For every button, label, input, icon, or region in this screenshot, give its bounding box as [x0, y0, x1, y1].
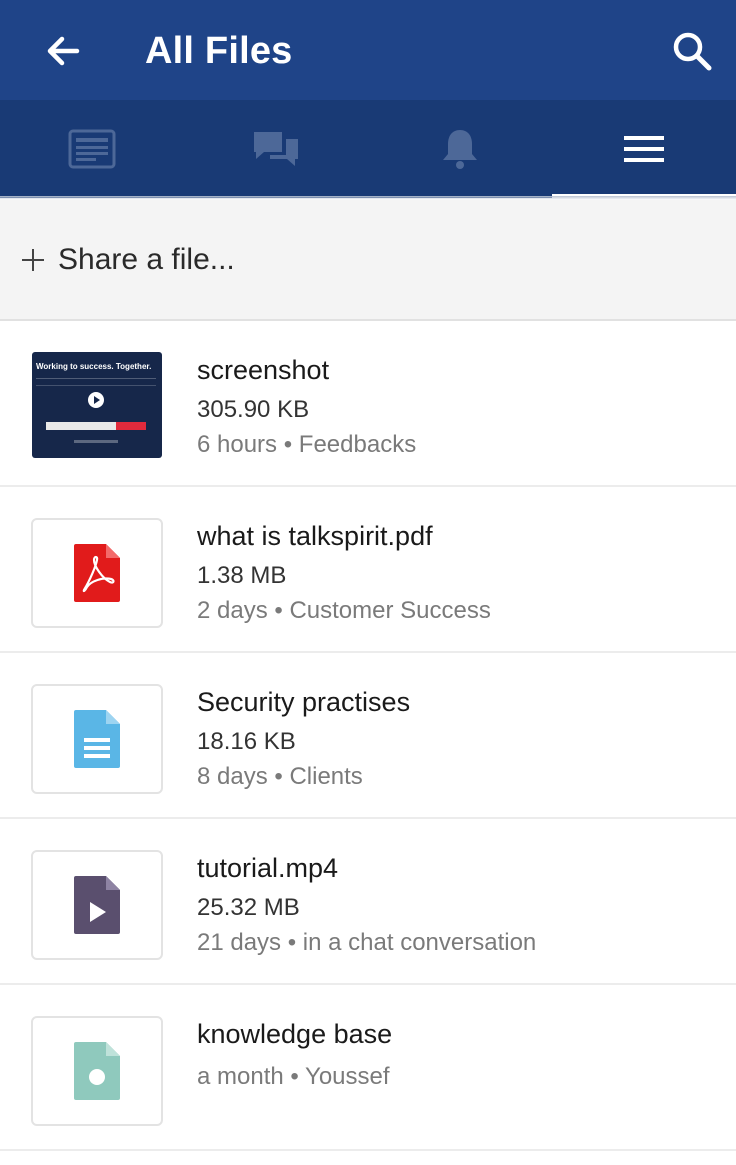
file-icon-box — [31, 1016, 163, 1126]
tab-news-feed[interactable] — [0, 100, 184, 198]
bell-icon — [443, 130, 477, 169]
thumbnail-title: Working to success. Together. — [36, 362, 152, 371]
file-meta: a month • Youssef — [197, 1063, 390, 1090]
document-file-icon — [74, 710, 120, 768]
file-item-screenshot[interactable]: Working to success. Together. screenshot… — [0, 321, 736, 487]
file-meta: 6 hours • Feedbacks — [197, 431, 417, 458]
tab-chat[interactable] — [184, 100, 368, 198]
file-icon-box — [31, 684, 163, 794]
tab-notifications[interactable] — [368, 100, 552, 198]
back-button[interactable] — [40, 28, 86, 74]
file-name: Security practises — [197, 687, 411, 717]
arrow-left-icon — [47, 36, 80, 66]
page-title: All Files — [145, 30, 293, 72]
news-feed-icon — [68, 129, 116, 169]
tab-menu[interactable] — [552, 100, 736, 198]
link-file-icon — [74, 1042, 120, 1100]
file-item-document[interactable]: Security practises 18.16 KB 8 days • Cli… — [0, 653, 736, 819]
share-file-button[interactable]: Share a file... — [0, 200, 736, 321]
thumbnail-button — [116, 422, 146, 430]
file-icon-box — [31, 850, 163, 960]
video-file-icon — [74, 876, 120, 934]
all-files-screen: All Files Share a file... Working to suc… — [0, 0, 736, 1165]
file-size: 1.38 MB — [197, 562, 287, 589]
file-item-pdf[interactable]: what is talkspirit.pdf 1.38 MB 2 days • … — [0, 487, 736, 653]
file-size: 18.16 KB — [197, 728, 296, 755]
file-name: screenshot — [197, 355, 330, 385]
thumbnail-text-lines — [36, 378, 156, 386]
share-file-label: Share a file... — [58, 242, 235, 276]
thumbnail-input — [46, 422, 116, 430]
plus-icon — [22, 248, 44, 271]
top-app-bar: All Files — [0, 0, 736, 100]
search-button[interactable] — [668, 27, 716, 75]
file-icon-box — [31, 518, 163, 628]
file-item-link[interactable]: knowledge base a month • Youssef — [0, 985, 736, 1151]
file-size: 25.32 MB — [197, 894, 300, 921]
tab-bar — [0, 100, 736, 198]
search-icon — [673, 32, 712, 71]
play-icon — [88, 392, 104, 408]
file-name: tutorial.mp4 — [197, 853, 339, 883]
file-name: knowledge base — [197, 1019, 393, 1049]
file-meta: 8 days • Clients — [197, 763, 363, 790]
file-meta: 21 days • in a chat conversation — [197, 929, 537, 956]
file-size: 305.90 KB — [197, 396, 310, 423]
file-list: Working to success. Together. screenshot… — [0, 321, 736, 1151]
pdf-file-icon — [74, 544, 120, 602]
chat-bubbles-icon — [254, 132, 298, 166]
hamburger-menu-icon — [624, 136, 664, 162]
file-item-video[interactable]: tutorial.mp4 25.32 MB 21 days • in a cha… — [0, 819, 736, 985]
file-meta: 2 days • Customer Success — [197, 597, 491, 624]
image-thumbnail: Working to success. Together. — [32, 352, 162, 458]
thumbnail-footer — [74, 440, 118, 443]
file-name: what is talkspirit.pdf — [197, 521, 433, 551]
